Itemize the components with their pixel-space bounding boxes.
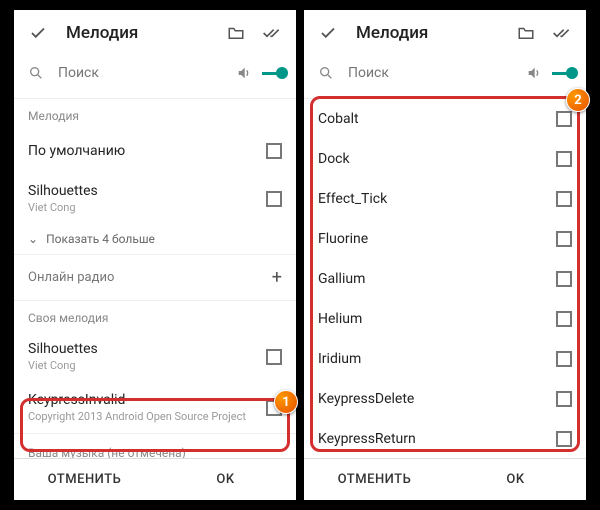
online-radio-row[interactable]: Онлайн радио + [14, 254, 296, 301]
list-item[interactable]: Silhouettes Viet Cong [14, 331, 296, 382]
plus-icon[interactable]: + [272, 267, 282, 288]
item-title: Silhouettes [28, 183, 266, 199]
checkbox-icon[interactable] [266, 143, 282, 159]
highlight-box [20, 398, 290, 452]
checkbox-icon[interactable] [266, 191, 282, 207]
item-title: Silhouettes [28, 341, 266, 357]
item-subtitle: Viet Cong [28, 359, 266, 372]
volume-slider[interactable] [262, 72, 282, 75]
badge-2: 2 [566, 88, 590, 112]
header-title: Мелодия [356, 23, 516, 43]
ok-button[interactable]: OK [155, 459, 296, 500]
list-item[interactable]: Silhouettes Viet Cong [14, 173, 296, 224]
chevron-down-icon: ⌄ [28, 232, 38, 246]
section-own-melody-label: Своя мелодия [14, 301, 296, 331]
double-check-icon[interactable] [262, 23, 282, 43]
online-radio-label: Онлайн радио [28, 270, 272, 285]
search-icon[interactable] [318, 63, 334, 83]
header: Мелодия [304, 10, 586, 56]
item-subtitle: Viet Cong [28, 201, 266, 214]
footer: ОТМЕНИТЬ OK [304, 458, 586, 500]
search-input[interactable] [348, 65, 526, 81]
check-icon[interactable] [318, 23, 338, 43]
footer: ОТМЕНИТЬ OK [14, 458, 296, 500]
section-melody-label: Мелодия [14, 99, 296, 129]
search-bar [14, 56, 296, 98]
volume-slider[interactable] [552, 72, 572, 75]
double-check-icon[interactable] [552, 23, 572, 43]
folder-icon[interactable] [516, 23, 536, 43]
search-bar [304, 56, 586, 98]
check-icon[interactable] [28, 23, 48, 43]
header-title: Мелодия [66, 23, 226, 43]
ok-button[interactable]: OK [445, 459, 586, 500]
volume-icon[interactable] [526, 63, 542, 83]
folder-icon[interactable] [226, 23, 246, 43]
item-title: По умолчанию [28, 143, 266, 159]
volume-icon[interactable] [236, 63, 252, 83]
cancel-button[interactable]: ОТМЕНИТЬ [304, 459, 445, 500]
checkbox-icon[interactable] [266, 349, 282, 365]
header: Мелодия [14, 10, 296, 56]
search-input[interactable] [58, 65, 236, 81]
expand-row[interactable]: ⌄ Показать 4 больше [14, 224, 296, 254]
list-item[interactable]: По умолчанию [14, 129, 296, 173]
cancel-button[interactable]: ОТМЕНИТЬ [14, 459, 155, 500]
badge-1: 1 [274, 390, 298, 414]
highlight-box [310, 96, 580, 452]
expand-label: Показать 4 больше [46, 232, 155, 246]
search-icon[interactable] [28, 63, 44, 83]
